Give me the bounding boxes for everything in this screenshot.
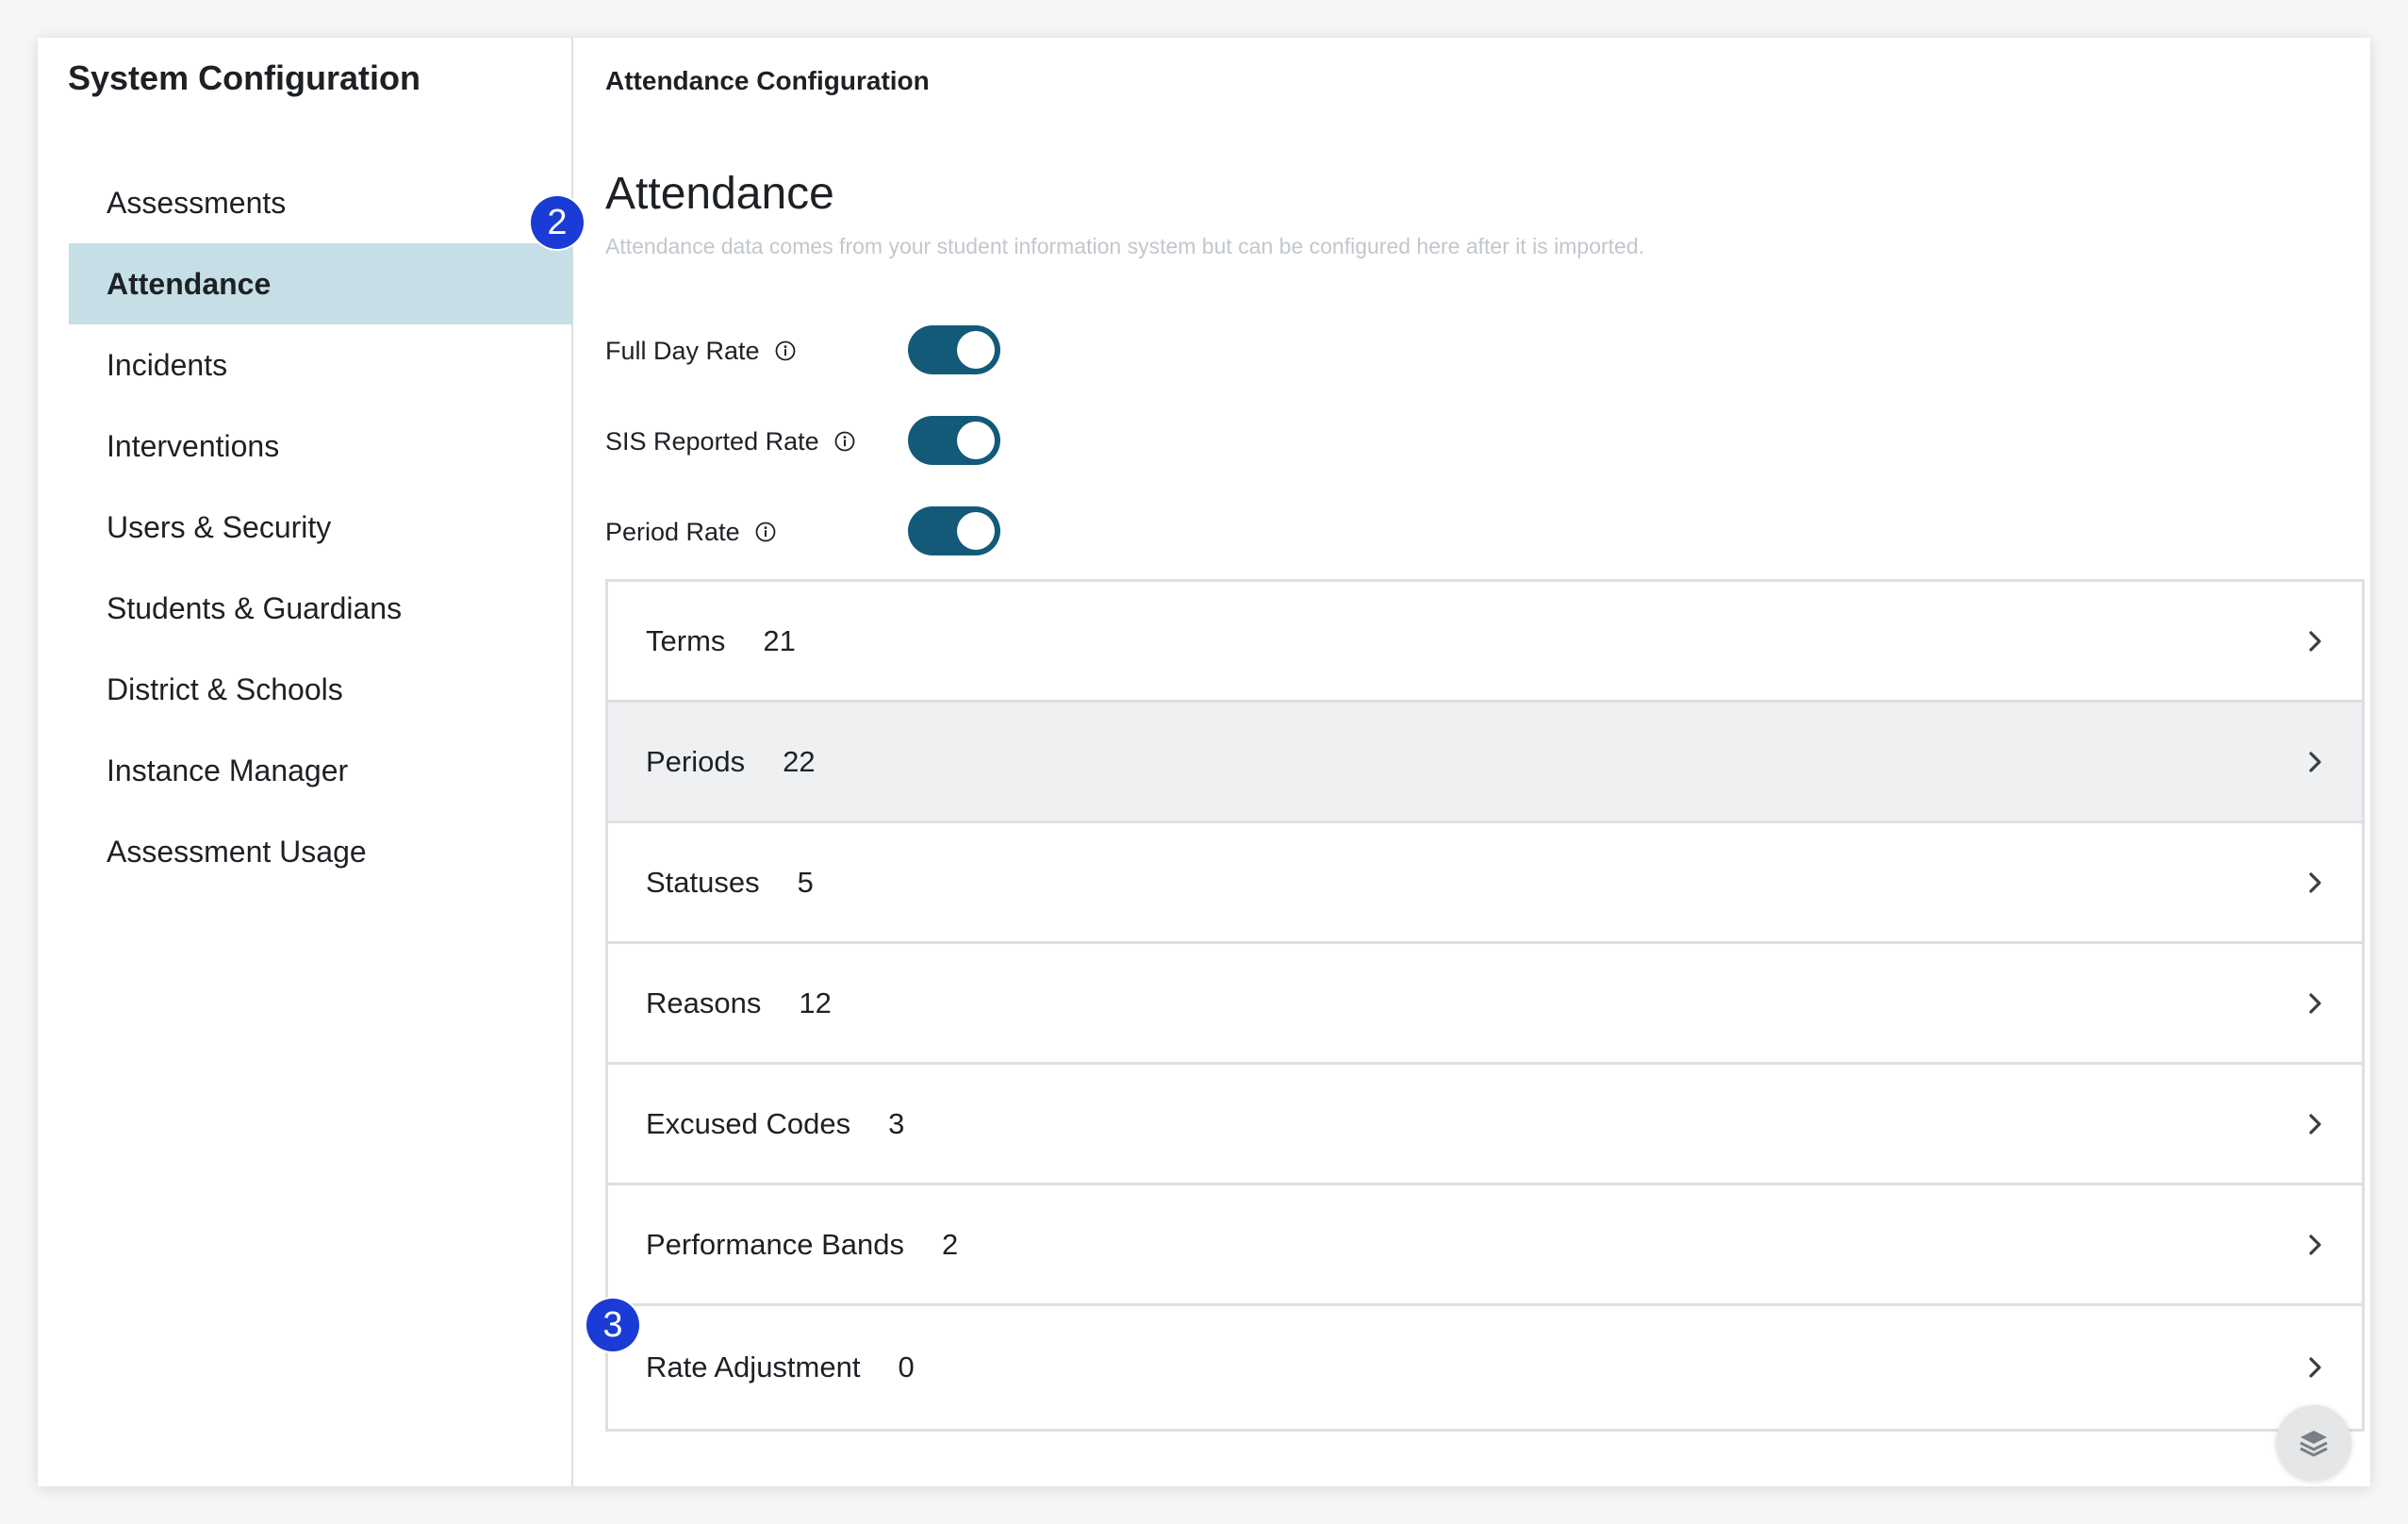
sidebar-item-students-guardians[interactable]: Students & Guardians (69, 568, 573, 649)
sidebar: System Configuration Assessments Attenda… (38, 38, 573, 1486)
row-label: Terms (646, 623, 726, 657)
breadcrumb: Attendance Configuration (605, 66, 930, 95)
step-badge-3: 3 (586, 1299, 639, 1351)
sidebar-nav: Assessments Attendance Incidents Interve… (69, 162, 573, 892)
row-label: Performance Bands (646, 1227, 904, 1261)
row-count: 2 (941, 1227, 959, 1261)
chevron-right-icon (2309, 1357, 2321, 1378)
toggle-knob (957, 512, 995, 550)
sidebar-item-assessment-usage[interactable]: Assessment Usage (69, 811, 573, 892)
row-count: 5 (797, 865, 814, 899)
row-count: 0 (898, 1350, 915, 1383)
list-item-reasons[interactable]: Reasons 12 (608, 944, 2362, 1065)
sidebar-item-incidents[interactable]: Incidents (69, 324, 573, 406)
chevron-right-icon (2309, 1234, 2321, 1255)
sidebar-item-users-security[interactable]: Users & Security (69, 487, 573, 568)
list-item-terms[interactable]: Terms 21 (608, 582, 2362, 703)
layers-icon (2300, 1431, 2328, 1457)
toggle-knob (957, 422, 995, 459)
sidebar-item-assessments[interactable]: Assessments (69, 162, 573, 243)
row-count: 12 (799, 986, 832, 1019)
row-count: 21 (763, 623, 796, 657)
toggle-row-period-rate: Period Rate (605, 506, 1048, 557)
chevron-right-icon (2309, 871, 2321, 893)
row-count: 3 (888, 1106, 905, 1140)
page-title: Attendance (605, 169, 834, 219)
sidebar-item-instance-manager[interactable]: Instance Manager (69, 730, 573, 811)
toggle-label: Period Rate (605, 517, 740, 546)
row-count: 22 (783, 744, 816, 778)
sidebar-title: System Configuration (68, 58, 421, 97)
sidebar-item-interventions[interactable]: Interventions (69, 406, 573, 487)
row-label: Periods (646, 744, 746, 778)
list-item-periods[interactable]: Periods 22 (608, 703, 2362, 823)
period-rate-toggle[interactable] (908, 506, 1000, 555)
row-label: Rate Adjustment (646, 1350, 861, 1383)
app-window: System Configuration Assessments Attenda… (38, 38, 2370, 1486)
full-day-rate-toggle[interactable] (908, 325, 1000, 374)
chevron-right-icon (2309, 751, 2321, 772)
list-item-rate-adjustment[interactable]: Rate Adjustment 0 (608, 1306, 2362, 1429)
chevron-right-icon (2309, 1113, 2321, 1135)
layers-button[interactable] (2276, 1405, 2351, 1481)
chevron-right-icon (2309, 992, 2321, 1014)
toggle-row-full-day-rate: Full Day Rate (605, 325, 1048, 376)
toggle-label: SIS Reported Rate (605, 426, 819, 456)
list-item-excused-codes[interactable]: Excused Codes 3 (608, 1065, 2362, 1185)
info-icon[interactable] (775, 340, 796, 361)
row-label: Excused Codes (646, 1106, 851, 1140)
page-subtitle: Attendance data comes from your student … (605, 234, 1645, 258)
sis-reported-rate-toggle[interactable] (908, 416, 1000, 465)
step-badge-2: 2 (531, 196, 584, 249)
toggle-knob (957, 331, 995, 369)
list-item-statuses[interactable]: Statuses 5 (608, 823, 2362, 944)
sidebar-item-attendance[interactable]: Attendance (69, 243, 573, 324)
chevron-right-icon (2309, 630, 2321, 652)
info-icon[interactable] (755, 522, 776, 542)
list-item-performance-bands[interactable]: Performance Bands 2 (608, 1185, 2362, 1306)
config-list: Terms 21 Periods 22 Statuses 5 Reasons 1… (605, 579, 2365, 1432)
row-label: Reasons (646, 986, 762, 1019)
row-label: Statuses (646, 865, 760, 899)
toggle-row-sis-reported-rate: SIS Reported Rate (605, 416, 1048, 467)
info-icon[interactable] (834, 431, 855, 452)
toggle-label: Full Day Rate (605, 336, 760, 365)
sidebar-item-district-schools[interactable]: District & Schools (69, 649, 573, 730)
main-content: Attendance Configuration Attendance Atte… (573, 38, 2370, 1486)
